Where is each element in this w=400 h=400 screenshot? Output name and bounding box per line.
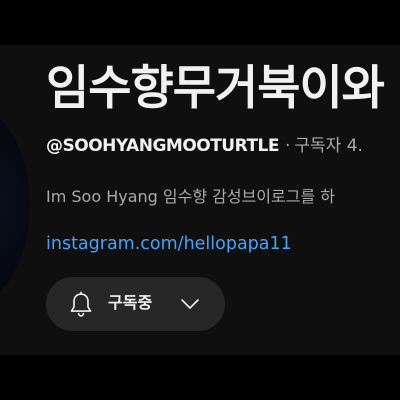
meta-separator: · — [284, 136, 291, 156]
bell-icon — [70, 291, 92, 317]
page: 임수향무거북이와 @SOOHYANGMOOTURTLE · 구독자 4. Im So… — [0, 0, 400, 400]
channel-avatar[interactable] — [0, 105, 30, 305]
channel-header: 임수향무거북이와 @SOOHYANGMOOTURTLE · 구독자 4. Im So… — [0, 45, 400, 355]
chevron-down-icon — [181, 299, 199, 309]
subscribed-label: 구독중 — [108, 295, 153, 312]
subscriber-count: 구독자 4. — [294, 136, 363, 156]
subscribed-button[interactable]: 구독중 — [46, 277, 225, 331]
channel-name: 임수향무거북이와 — [46, 61, 385, 116]
channel-handle[interactable]: @SOOHYANGMOOTURTLE — [46, 136, 279, 156]
channel-description[interactable]: Im Soo Hyang 임수향 감성브이로그를 하 — [46, 186, 335, 208]
channel-link[interactable]: instagram.com/hellopapa11 — [46, 233, 292, 255]
channel-meta: @SOOHYANGMOOTURTLE · 구독자 4. — [46, 135, 363, 157]
